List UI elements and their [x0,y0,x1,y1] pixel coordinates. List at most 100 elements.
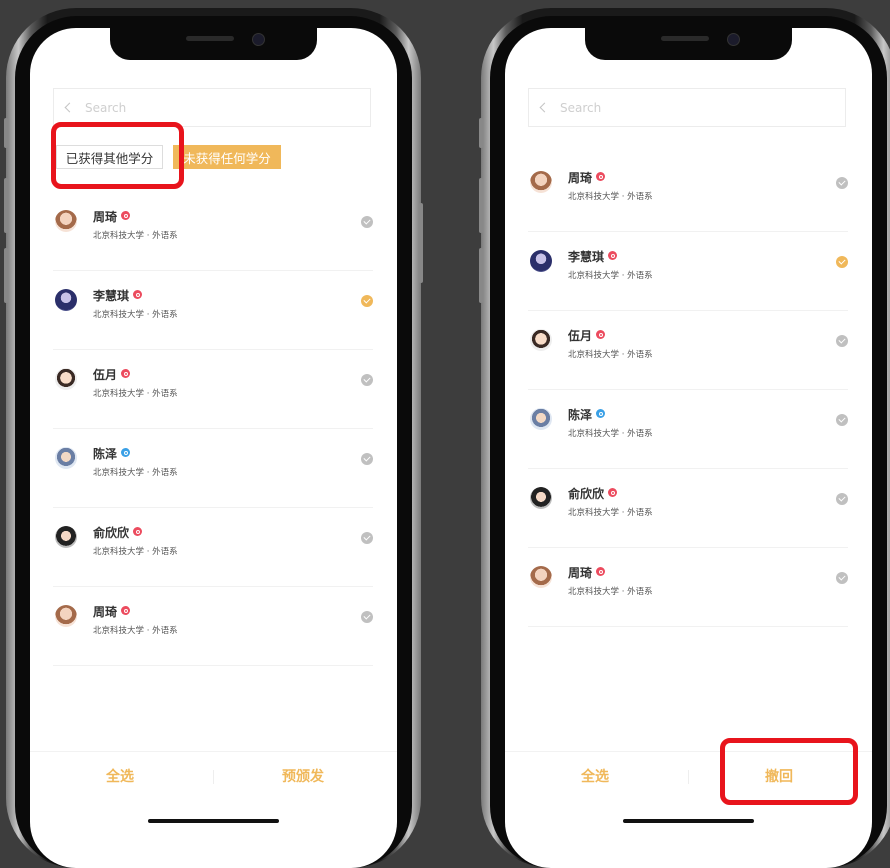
female-icon [608,251,618,260]
list-item[interactable]: 李慧琪北京科技大学 · 外语系 [528,232,848,311]
student-name-text: 伍月 [93,368,118,382]
student-school: 北京科技大学 · 外语系 [568,587,653,597]
avatar [55,447,77,469]
avatar [55,210,77,232]
student-name-text: 陈泽 [568,408,593,422]
student-name: 周琦 [93,208,131,225]
notch [110,28,317,60]
student-name-text: 俞欣欣 [568,487,605,501]
list-item[interactable]: 陈泽北京科技大学 · 外语系 [528,390,848,469]
list-item[interactable]: 俞欣欣北京科技大学 · 外语系 [53,508,373,587]
check-circle-icon[interactable] [836,493,848,505]
student-school: 北京科技大学 · 外语系 [568,508,653,518]
list-item[interactable]: 俞欣欣北京科技大学 · 外语系 [528,469,848,548]
tab-no-credits[interactable]: 未获得任何学分 [173,145,281,169]
student-school: 北京科技大学 · 外语系 [568,271,653,281]
search-input[interactable] [560,100,760,115]
power-button [419,203,423,283]
camera [727,33,740,46]
student-school: 北京科技大学 · 外语系 [568,192,653,202]
volume-down-button [4,248,8,303]
highlight-box-revoke [720,738,858,805]
avatar [55,605,77,627]
avatar [55,526,77,548]
student-name: 周琦 [568,564,606,581]
student-name-text: 周琦 [568,566,593,580]
student-school: 北京科技大学 · 外语系 [93,626,178,636]
check-circle-icon[interactable] [836,572,848,584]
volume-down-button [479,248,483,303]
list-item[interactable]: 周琦北京科技大学 · 外语系 [53,192,373,271]
female-icon [133,290,143,299]
notch [585,28,792,60]
student-name: 陈泽 [568,406,606,423]
speaker [186,36,234,41]
pre-issue-button[interactable]: 预颁发 [282,766,324,786]
avatar [530,250,552,272]
student-name-text: 周琦 [93,605,118,619]
list-item[interactable]: 伍月 北京科技大学 · 外语系 [528,311,848,390]
check-circle-icon[interactable] [836,335,848,347]
divider [688,770,689,784]
student-name: 李慧琪 [93,287,143,304]
male-icon [121,448,131,457]
list-item[interactable]: 李慧琪 北京科技大学 · 外语系 [53,271,373,350]
back-chevron-icon[interactable] [64,102,75,113]
check-circle-icon[interactable] [361,216,373,228]
female-icon [608,488,618,497]
female-icon [133,527,143,536]
student-name-text: 李慧琪 [568,250,605,264]
check-circle-icon[interactable] [361,611,373,623]
mute-switch [479,118,483,148]
student-name-text: 李慧琪 [93,289,130,303]
student-school: 北京科技大学 · 外语系 [93,547,178,557]
student-name-text: 周琦 [93,210,118,224]
back-chevron-icon[interactable] [539,102,550,113]
speaker [661,36,709,41]
volume-up-button [479,178,483,233]
avatar [55,289,77,311]
student-name: 周琦 [93,603,131,620]
list-item[interactable]: 陈泽 北京科技大学 · 外语系 [53,429,373,508]
student-name: 伍月 [93,366,131,383]
volume-up-button [4,178,8,233]
divider [213,770,214,784]
student-name: 俞欣欣 [93,524,143,541]
select-all-button[interactable]: 全选 [581,766,609,786]
check-circle-icon[interactable] [361,295,373,307]
list-item[interactable]: 周琦北京科技大学 · 外语系 [53,587,373,666]
check-circle-icon[interactable] [836,177,848,189]
avatar [530,408,552,430]
search-bar[interactable] [528,88,846,127]
female-icon [596,330,606,339]
list-item[interactable]: 周琦北京科技大学 · 外语系 [528,548,848,627]
avatar [530,487,552,509]
student-school: 北京科技大学 · 外语系 [93,389,178,399]
female-icon [121,606,131,615]
check-circle-icon[interactable] [836,256,848,268]
student-name: 伍月 [568,327,606,344]
check-circle-icon[interactable] [361,374,373,386]
female-icon [121,211,131,220]
student-school: 北京科技大学 · 外语系 [93,231,178,241]
avatar [55,368,77,390]
camera [252,33,265,46]
avatar [530,566,552,588]
student-name-text: 俞欣欣 [93,526,130,540]
select-all-button[interactable]: 全选 [106,766,134,786]
avatar [530,171,552,193]
list-item[interactable]: 伍月北京科技大学 · 外语系 [53,350,373,429]
avatar [530,329,552,351]
check-circle-icon[interactable] [361,453,373,465]
male-icon [596,409,606,418]
student-school: 北京科技大学 · 外语系 [568,429,653,439]
check-circle-icon[interactable] [836,414,848,426]
student-name-text: 伍月 [568,329,593,343]
female-icon [596,172,606,181]
student-name: 李慧琪 [568,248,618,265]
list-item[interactable]: 周琦北京科技大学 · 外语系 [528,153,848,232]
student-name: 周琦 [568,169,606,186]
search-input[interactable] [85,100,285,115]
check-circle-icon[interactable] [361,532,373,544]
home-indicator [148,819,279,823]
